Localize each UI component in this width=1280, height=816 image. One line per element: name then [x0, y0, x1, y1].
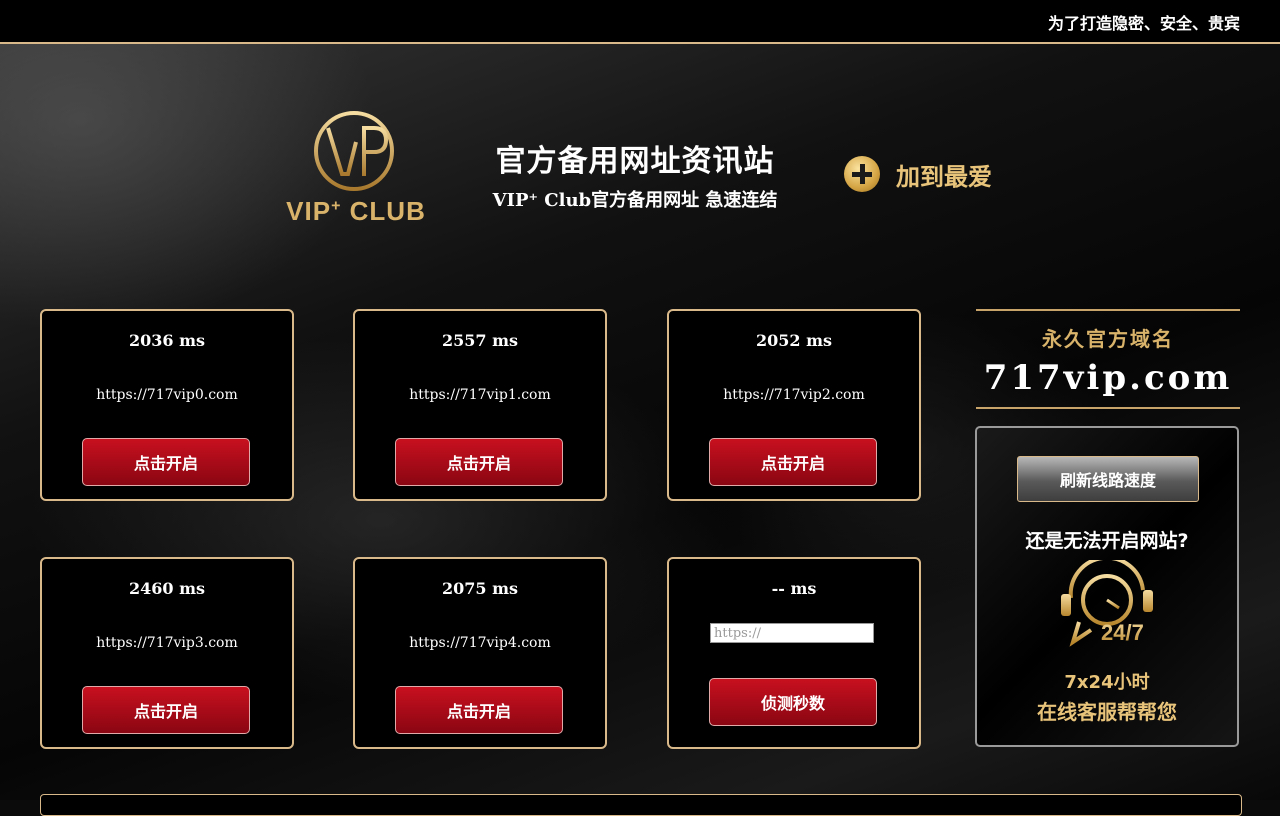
line-url: https://717vip3.com: [96, 635, 238, 651]
page-subtitle: VIP⁺ Club官方备用网址 急速连结: [492, 190, 778, 211]
line-url: https://717vip2.com: [723, 387, 865, 403]
custom-url-input[interactable]: [710, 623, 874, 643]
official-domain-box: 永久官方域名 717vip.com: [976, 309, 1240, 409]
logo-text: VIP+ CLUB: [286, 196, 426, 226]
add-to-favorites-label: 加到最爱: [896, 162, 992, 191]
vip-club-logo: VIP+ CLUB: [286, 108, 426, 238]
open-line-button[interactable]: 点击开启: [395, 438, 563, 486]
open-line-button[interactable]: 点击开启: [709, 438, 877, 486]
latency-value: 2460 ms: [128, 579, 206, 598]
support-panel: 刷新线路速度 还是无法开启网站? 24/7 7x24小时 在线客服帮帮您: [975, 426, 1239, 747]
latency-value: 2036 ms: [128, 331, 206, 350]
line-url: https://717vip0.com: [96, 387, 238, 403]
title-block: 官方备用网址资讯站 VIP⁺ Club官方备用网址 急速连结: [470, 136, 800, 212]
add-to-favorites-button[interactable]: 加到最爱: [844, 154, 992, 194]
official-domain-value: 717vip.com: [983, 358, 1233, 398]
line-card: 2557 ms https://717vip1.com 点击开启: [353, 309, 607, 501]
custom-latency-value: -- ms: [771, 579, 817, 598]
line-url: https://717vip1.com: [409, 387, 551, 403]
svg-text:24/7: 24/7: [1101, 620, 1144, 645]
line-card: 2036 ms https://717vip0.com 点击开启: [40, 309, 294, 501]
vip-emblem-icon: [314, 111, 394, 191]
service-hours: 7x24小时: [1064, 672, 1150, 693]
line-url: https://717vip4.com: [409, 635, 551, 651]
open-line-button[interactable]: 点击开启: [82, 686, 250, 734]
bottom-panel: [40, 794, 1242, 816]
official-domain-label: 永久官方域名: [1042, 327, 1174, 351]
online-support-label: 在线客服帮帮您: [1037, 700, 1177, 724]
open-line-button[interactable]: 点击开启: [82, 438, 250, 486]
header-tagline: 为了打造隐密、安全、贵宾: [1047, 14, 1240, 33]
test-speed-button[interactable]: 侦测秒数: [709, 678, 877, 726]
support-clock-icon: 24/7: [1061, 560, 1153, 647]
latency-value: 2075 ms: [441, 579, 519, 598]
latency-value: 2052 ms: [755, 331, 833, 350]
line-card: 2460 ms https://717vip3.com 点击开启: [40, 557, 294, 749]
open-line-button[interactable]: 点击开启: [395, 686, 563, 734]
plus-icon: [844, 156, 880, 192]
page-title: 官方备用网址资讯站: [495, 144, 775, 179]
custom-line-card: -- ms 侦测秒数: [667, 557, 921, 749]
refresh-speed-button[interactable]: 刷新线路速度: [1017, 456, 1199, 502]
line-card: 2052 ms https://717vip2.com 点击开启: [667, 309, 921, 501]
line-card: 2075 ms https://717vip4.com 点击开启: [353, 557, 607, 749]
cant-open-question: 还是无法开启网站?: [1025, 530, 1189, 552]
top-bar: 为了打造隐密、安全、贵宾: [0, 0, 1280, 44]
latency-value: 2557 ms: [441, 331, 519, 350]
